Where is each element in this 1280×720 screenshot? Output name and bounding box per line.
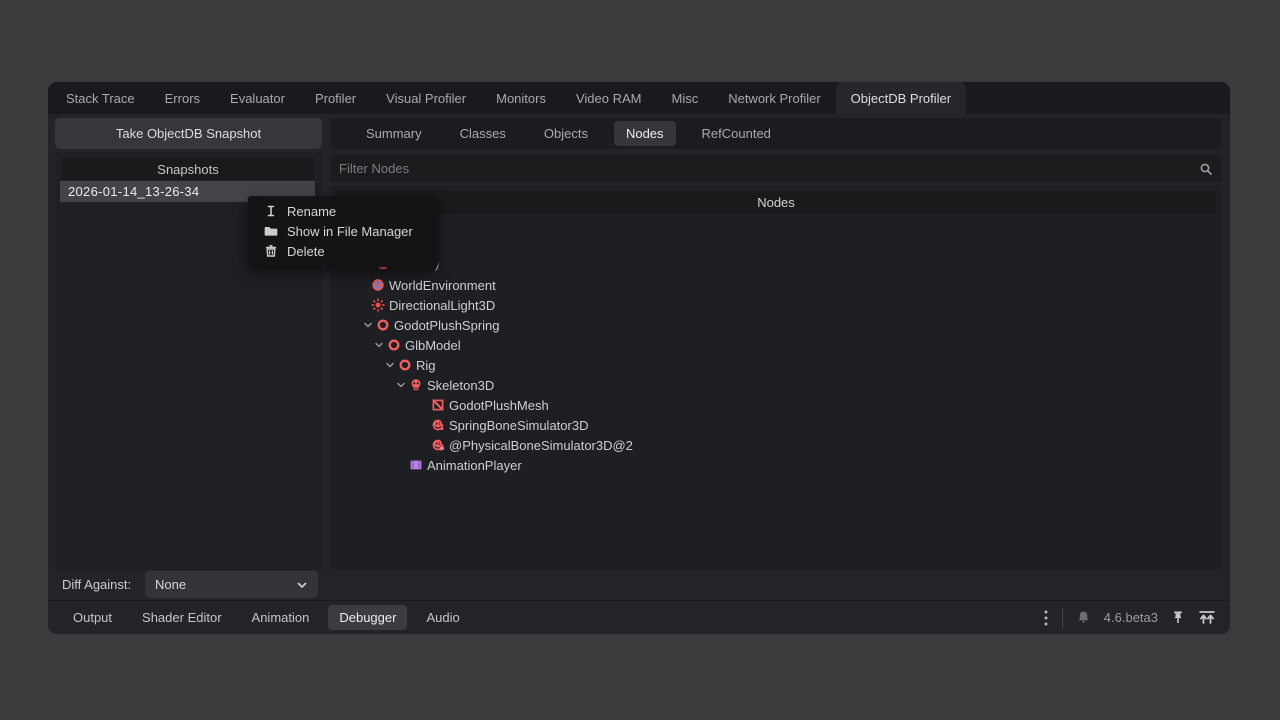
directional-light-icon bbox=[371, 298, 385, 312]
tree-row-label: Rig bbox=[416, 358, 436, 373]
subtab-objects[interactable]: Objects bbox=[532, 121, 600, 146]
tab-monitors[interactable]: Monitors bbox=[481, 82, 561, 114]
skeleton3d-icon bbox=[409, 378, 423, 392]
nodes-tree: Nodes ) WorldEnvironment DirectionalLigh… bbox=[330, 186, 1222, 570]
tab-visual-profiler[interactable]: Visual Profiler bbox=[371, 82, 481, 114]
context-menu-rename[interactable]: Rename bbox=[248, 201, 438, 221]
tree-row[interactable]: Skeleton3D bbox=[393, 375, 494, 395]
nodes-column-header: Nodes bbox=[336, 191, 1216, 214]
tree-row-label: @PhysicalBoneSimulator3D@2 bbox=[449, 438, 633, 453]
tab-stack-trace[interactable]: Stack Trace bbox=[51, 82, 150, 114]
animation-player-icon bbox=[409, 458, 423, 472]
filter-nodes-field bbox=[330, 155, 1222, 182]
version-label: 4.6.beta3 bbox=[1104, 610, 1158, 625]
context-menu-delete[interactable]: Delete bbox=[248, 241, 438, 261]
diff-against-value: None bbox=[155, 577, 186, 592]
chevron-down-icon[interactable] bbox=[371, 340, 387, 350]
tree-row-label: DirectionalLight3D bbox=[389, 298, 495, 313]
chevron-down-icon[interactable] bbox=[393, 380, 409, 390]
tree-row[interactable]: Rig bbox=[382, 355, 436, 375]
diff-against-select[interactable]: None bbox=[145, 571, 318, 598]
node3d-icon bbox=[398, 358, 412, 372]
tree-row[interactable]: GlbModel bbox=[371, 335, 461, 355]
bottom-tab-output[interactable]: Output bbox=[62, 605, 123, 630]
tree-row-label: GlbModel bbox=[405, 338, 461, 353]
chevron-down-icon[interactable] bbox=[360, 320, 376, 330]
bottom-tab-audio[interactable]: Audio bbox=[415, 605, 470, 630]
divider bbox=[1062, 608, 1063, 628]
tree-row-label: Skeleton3D bbox=[427, 378, 494, 393]
context-menu-item-label: Show in File Manager bbox=[287, 224, 413, 239]
context-menu-item-label: Delete bbox=[287, 244, 325, 259]
mesh-icon bbox=[431, 398, 445, 412]
pin-bottom-panel-icon[interactable] bbox=[1171, 610, 1185, 625]
tree-row[interactable]: GodotPlushMesh bbox=[431, 395, 549, 415]
search-icon bbox=[1199, 162, 1213, 176]
context-menu-item-label: Rename bbox=[287, 204, 336, 219]
node3d-icon bbox=[376, 318, 390, 332]
subtab-summary[interactable]: Summary bbox=[354, 121, 434, 146]
folder-icon bbox=[264, 224, 278, 238]
node3d-icon bbox=[387, 338, 401, 352]
tab-misc[interactable]: Misc bbox=[656, 82, 713, 114]
diff-against-label: Diff Against: bbox=[62, 577, 131, 592]
debugger-tab-bar: Stack Trace Errors Evaluator Profiler Vi… bbox=[48, 82, 1230, 114]
context-menu-show-in-file-manager[interactable]: Show in File Manager bbox=[248, 221, 438, 241]
tab-profiler[interactable]: Profiler bbox=[300, 82, 371, 114]
subtab-refcounted[interactable]: RefCounted bbox=[690, 121, 783, 146]
take-snapshot-button[interactable]: Take ObjectDB Snapshot bbox=[55, 118, 322, 149]
tree-row[interactable]: WorldEnvironment bbox=[371, 275, 496, 295]
filter-nodes-input[interactable] bbox=[339, 161, 1199, 176]
editor-bottom-bar: Output Shader Editor Animation Debugger … bbox=[48, 600, 1230, 634]
spring-bone-icon bbox=[431, 418, 445, 432]
notification-bell-icon[interactable] bbox=[1076, 610, 1091, 625]
tree-row[interactable]: AnimationPlayer bbox=[393, 455, 522, 475]
world-environment-icon bbox=[371, 278, 385, 292]
tab-objectdb-profiler[interactable]: ObjectDB Profiler bbox=[836, 82, 966, 114]
tree-row-label: SpringBoneSimulator3D bbox=[449, 418, 588, 433]
debugger-panel: Stack Trace Errors Evaluator Profiler Vi… bbox=[48, 82, 1230, 634]
tab-network-profiler[interactable]: Network Profiler bbox=[713, 82, 835, 114]
bottom-tab-animation[interactable]: Animation bbox=[241, 605, 321, 630]
subtab-nodes[interactable]: Nodes bbox=[614, 121, 676, 146]
bottom-tab-shader-editor[interactable]: Shader Editor bbox=[131, 605, 233, 630]
overflow-menu-icon[interactable] bbox=[1043, 609, 1049, 627]
tree-row-label: AnimationPlayer bbox=[427, 458, 522, 473]
ibeam-icon bbox=[264, 204, 278, 218]
tab-evaluator[interactable]: Evaluator bbox=[215, 82, 300, 114]
tab-errors[interactable]: Errors bbox=[150, 82, 215, 114]
tab-video-ram[interactable]: Video RAM bbox=[561, 82, 657, 114]
tree-row-label: GodotPlushSpring bbox=[394, 318, 500, 333]
snapshot-view-tabs: Summary Classes Objects Nodes RefCounted bbox=[330, 118, 1222, 149]
snapshots-header: Snapshots bbox=[62, 158, 314, 180]
tree-row[interactable]: @PhysicalBoneSimulator3D@2 bbox=[431, 435, 633, 455]
bottom-tab-debugger[interactable]: Debugger bbox=[328, 605, 407, 630]
snapshot-context-menu: Rename Show in File Manager Delete bbox=[248, 196, 438, 267]
expand-bottom-panel-icon[interactable] bbox=[1198, 610, 1216, 625]
tree-row-label: GodotPlushMesh bbox=[449, 398, 549, 413]
tree-row-label: WorldEnvironment bbox=[389, 278, 496, 293]
tree-row[interactable]: SpringBoneSimulator3D bbox=[431, 415, 588, 435]
tree-row[interactable]: GodotPlushSpring bbox=[360, 315, 500, 335]
physical-bone-icon bbox=[431, 438, 445, 452]
chevron-down-icon[interactable] bbox=[382, 360, 398, 370]
tree-row[interactable]: DirectionalLight3D bbox=[371, 295, 495, 315]
trash-icon bbox=[264, 244, 278, 258]
chevron-down-icon bbox=[296, 579, 308, 591]
subtab-classes[interactable]: Classes bbox=[448, 121, 518, 146]
